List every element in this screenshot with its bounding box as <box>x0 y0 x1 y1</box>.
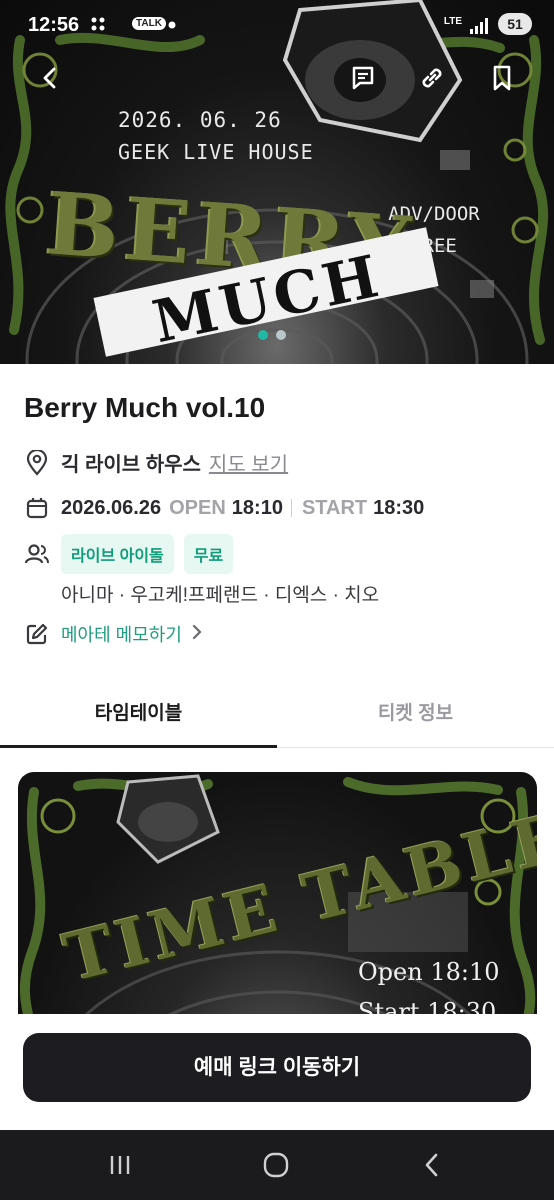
share-link-button[interactable] <box>412 58 452 98</box>
tab-ticket-info[interactable]: 티켓 정보 <box>277 686 554 747</box>
recent-apps-button[interactable] <box>100 1148 140 1182</box>
memo-label[interactable]: 메아테 메모하기 <box>61 621 182 647</box>
poster-venue: GEEK LIVE HOUSE <box>118 140 314 164</box>
home-icon <box>263 1152 289 1178</box>
back-arrow-icon <box>425 1153 438 1177</box>
recent-apps-icon <box>110 1156 130 1174</box>
start-time: 18:30 <box>373 496 425 519</box>
hero-poster[interactable]: 2026. 06. 26 GEEK LIVE HOUSE ADV/DOOR FR… <box>0 0 554 364</box>
datetime-row: 2026.06.26 OPEN 18:10 START 18:30 <box>24 495 424 521</box>
carousel-dot-active[interactable] <box>258 330 268 340</box>
status-time: 12:56 <box>28 14 80 36</box>
comments-button[interactable] <box>343 58 383 98</box>
tags-row: 라이브 아이돌 무료 <box>24 534 243 574</box>
tab-bar: 타임테이블 티켓 정보 <box>0 686 554 748</box>
tag-live-idol[interactable]: 라이브 아이돌 <box>61 534 174 574</box>
status-bar: 12:56 TALK LTE 51 <box>0 10 554 42</box>
event-date: 2026.06.26 <box>61 496 162 519</box>
chevron-left-icon <box>43 67 56 89</box>
system-nav-bar <box>0 1130 554 1200</box>
system-back-button[interactable] <box>412 1148 452 1182</box>
app-grid-icon <box>90 16 106 35</box>
calendar-icon <box>24 495 50 521</box>
location-pin-icon <box>24 449 50 476</box>
view-map-link[interactable]: 지도 보기 <box>209 448 288 477</box>
tag-free[interactable]: 무료 <box>183 534 234 574</box>
network-type: LTE <box>443 16 462 27</box>
start-label: START <box>301 496 368 519</box>
notification-dot-icon <box>168 20 176 32</box>
battery-indicator: 51 <box>498 13 532 35</box>
chat-icon <box>352 66 374 90</box>
venue-row: 긱 라이브 하우스 지도 보기 <box>24 448 288 477</box>
poster-date: 2026. 06. 26 <box>118 108 282 132</box>
link-icon <box>422 68 442 88</box>
timetable-open: Open 18:10 <box>358 958 500 986</box>
open-label: OPEN <box>169 496 226 519</box>
bookmark-icon <box>493 65 511 91</box>
memo-button[interactable]: 메아테 메모하기 <box>24 621 202 647</box>
talk-icon: TALK <box>132 17 166 30</box>
back-button[interactable] <box>30 58 70 98</box>
booking-link-button[interactable]: 예매 링크 이동하기 <box>23 1033 531 1102</box>
edit-icon <box>24 621 50 647</box>
people-icon <box>24 541 50 567</box>
divider <box>290 499 292 517</box>
tab-timetable[interactable]: 타임테이블 <box>0 686 277 748</box>
bookmark-button[interactable] <box>482 58 522 98</box>
signal-icon <box>470 18 490 34</box>
venue-name: 긱 라이브 하우스 <box>61 454 201 476</box>
carousel-dot[interactable] <box>276 330 286 340</box>
open-time: 18:10 <box>231 496 283 519</box>
carousel-indicator <box>258 330 286 340</box>
event-title: Berry Much vol.10 <box>24 392 266 423</box>
home-button[interactable] <box>256 1148 296 1182</box>
artist-list: 아니마 · 우고케!프페랜드 · 디엑스 · 치오 <box>61 585 380 606</box>
chevron-right-icon <box>192 624 202 645</box>
